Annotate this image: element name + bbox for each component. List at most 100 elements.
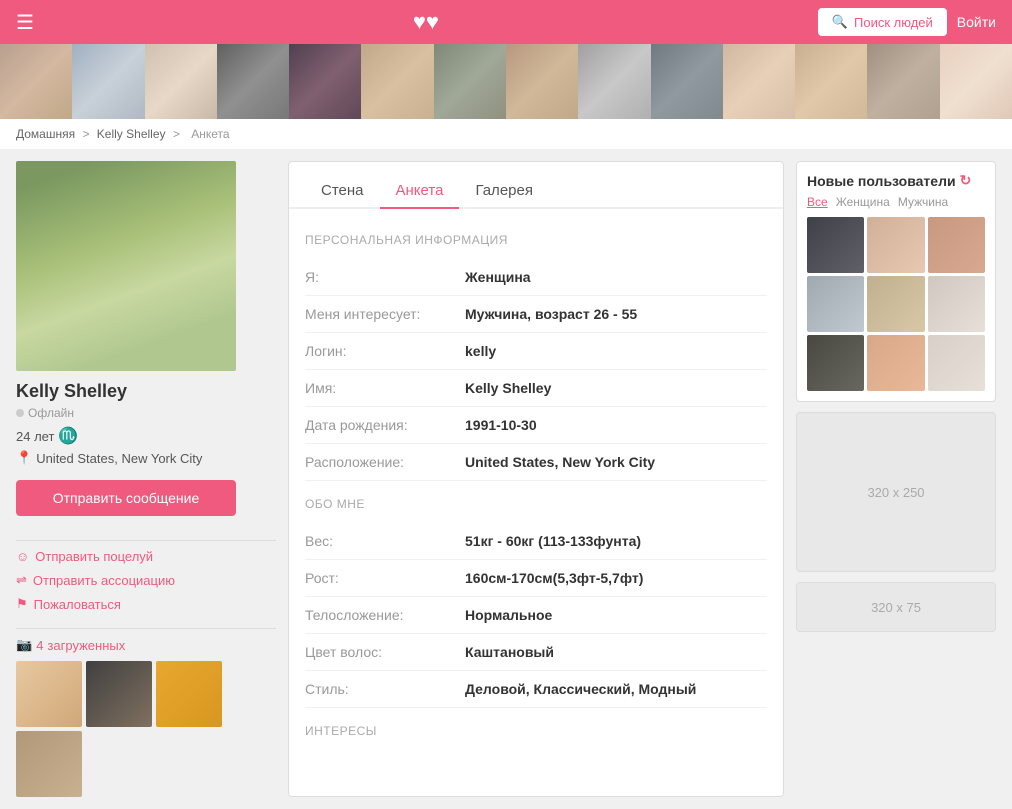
profile-location: 📍 United States, New York City [16, 450, 276, 466]
about-value-1: 160см-170см(5,3фт-5,7фт) [465, 570, 643, 586]
personal-info-rows: Я:ЖенщинаМеня интересует:Мужчина, возрас… [305, 259, 767, 481]
strip-photo-3[interactable] [145, 44, 217, 119]
filter-all[interactable]: Все [807, 195, 828, 209]
ad-box-big: 320 x 250 [796, 412, 996, 572]
filter-female[interactable]: Женщина [836, 195, 890, 209]
tab-gallery[interactable]: Галерея [459, 174, 549, 207]
about-value-3: Каштановый [465, 644, 554, 660]
personal-info-row-2: Логин:kelly [305, 333, 767, 370]
new-user-1[interactable] [807, 217, 864, 273]
new-user-8[interactable] [867, 335, 924, 391]
photo-thumb-1[interactable] [16, 661, 82, 727]
login-button[interactable]: Войти [957, 14, 996, 30]
send-message-button[interactable]: Отправить сообщение [16, 480, 236, 516]
send-kiss-link[interactable]: Отправить поцелуй [16, 549, 276, 564]
send-assoc-link[interactable]: Отправить ассоциацию [16, 572, 276, 588]
breadcrumb: Домашняя > Kelly Shelley > Анкета [0, 119, 1012, 149]
profile-status: Офлайн [16, 406, 276, 420]
header-actions: 🔍 Поиск людей Войти [818, 8, 996, 36]
strip-photo-8[interactable] [506, 44, 578, 119]
strip-photo-13[interactable] [867, 44, 939, 119]
menu-icon[interactable] [16, 10, 34, 35]
profile-name: Kelly Shelley [16, 381, 276, 402]
new-user-3[interactable] [928, 217, 985, 273]
personal-info-row-3: Имя:Kelly Shelley [305, 370, 767, 407]
profile-photo[interactable] [16, 161, 236, 371]
main-container: Kelly Shelley Офлайн 24 лет ♏ 📍 United S… [0, 149, 1012, 809]
about-label-1: Рост: [305, 570, 465, 586]
strip-photo-12[interactable] [795, 44, 867, 119]
personal-value-1: Мужчина, возраст 26 - 55 [465, 306, 637, 322]
search-icon: 🔍 [832, 14, 848, 30]
right-column: Новые пользователи ↻ Все Женщина Мужчина… [796, 161, 996, 797]
about-label-0: Вес: [305, 533, 465, 549]
personal-label-1: Меня интересует: [305, 306, 465, 322]
flag-icon [16, 596, 28, 612]
uploads-count: 4 [36, 638, 43, 653]
strip-photo-14[interactable] [940, 44, 1012, 119]
search-people-button[interactable]: 🔍 Поиск людей [818, 8, 947, 36]
about-me-rows: Вес:51кг - 60кг (113-133фунта) Рост:160см… [305, 523, 767, 708]
about-me-row-4: Стиль:Деловой, Классический, Модный [305, 671, 767, 708]
filter-male[interactable]: Мужчина [898, 195, 948, 209]
interests-title: ИНТЕРЕСЫ [305, 724, 767, 738]
photo-thumb-4[interactable] [16, 731, 82, 797]
breadcrumb-sep2: > [173, 127, 183, 141]
new-users-box: Новые пользователи ↻ Все Женщина Мужчина [796, 161, 996, 402]
report-link[interactable]: Пожаловаться [16, 596, 276, 612]
breadcrumb-user[interactable]: Kelly Shelley [97, 127, 166, 141]
personal-info-row-4: Дата рождения:1991-10-30 [305, 407, 767, 444]
breadcrumb-sep1: > [82, 127, 92, 141]
photo-thumb-3[interactable] [156, 661, 222, 727]
new-users-filters: Все Женщина Мужчина [807, 195, 985, 209]
personal-info-title: ПЕРСОНАЛЬНАЯ ИНФОРМАЦИЯ [305, 233, 767, 247]
new-user-6[interactable] [928, 276, 985, 332]
new-user-7[interactable] [807, 335, 864, 391]
personal-label-0: Я: [305, 269, 465, 285]
personal-label-2: Логин: [305, 343, 465, 359]
camera-icon: 📷 [16, 637, 32, 653]
user-photo-grid [807, 217, 985, 391]
strip-photo-5[interactable] [289, 44, 361, 119]
new-user-2[interactable] [867, 217, 924, 273]
about-me-title: ОБО МНЕ [305, 497, 767, 511]
strip-photo-10[interactable] [651, 44, 723, 119]
breadcrumb-home[interactable]: Домашняя [16, 127, 75, 141]
personal-value-2: kelly [465, 343, 496, 359]
photo-grid [16, 661, 276, 797]
strip-photo-4[interactable] [217, 44, 289, 119]
profile-actions: Отправить поцелуй Отправить ассоциацию П… [16, 549, 276, 612]
personal-info-row-1: Меня интересует:Мужчина, возраст 26 - 55 [305, 296, 767, 333]
strip-photo-2[interactable] [72, 44, 144, 119]
about-me-row-0: Вес:51кг - 60кг (113-133фунта) [305, 523, 767, 560]
tab-wall[interactable]: Стена [305, 174, 380, 207]
about-value-4: Деловой, Классический, Модный [465, 681, 696, 697]
new-user-9[interactable] [928, 335, 985, 391]
zodiac-icon: ♏ [58, 426, 78, 446]
refresh-icon[interactable]: ↻ [960, 172, 972, 189]
assoc-icon [16, 572, 27, 588]
strip-photo-7[interactable] [434, 44, 506, 119]
location-icon: 📍 [16, 450, 32, 466]
strip-photo-11[interactable] [723, 44, 795, 119]
personal-label-3: Имя: [305, 380, 465, 396]
profile-tabs: Стена Анкета Галерея [289, 162, 783, 209]
tab-anketa[interactable]: Анкета [380, 174, 460, 209]
profile-age: 24 лет ♏ [16, 426, 276, 446]
left-column: Kelly Shelley Офлайн 24 лет ♏ 📍 United S… [16, 161, 276, 797]
strip-photo-9[interactable] [578, 44, 650, 119]
personal-info-row-0: Я:Женщина [305, 259, 767, 296]
personal-value-0: Женщина [465, 269, 531, 285]
about-label-4: Стиль: [305, 681, 465, 697]
personal-value-5: United States, New York City [465, 454, 655, 470]
about-label-3: Цвет волос: [305, 644, 465, 660]
new-user-5[interactable] [867, 276, 924, 332]
header: ♥ 🔍 Поиск людей Войти [0, 0, 1012, 44]
new-user-4[interactable] [807, 276, 864, 332]
personal-value-3: Kelly Shelley [465, 380, 551, 396]
strip-photo-6[interactable] [361, 44, 433, 119]
personal-label-4: Дата рождения: [305, 417, 465, 433]
photo-strip [0, 44, 1012, 119]
photo-thumb-2[interactable] [86, 661, 152, 727]
strip-photo-1[interactable] [0, 44, 72, 119]
